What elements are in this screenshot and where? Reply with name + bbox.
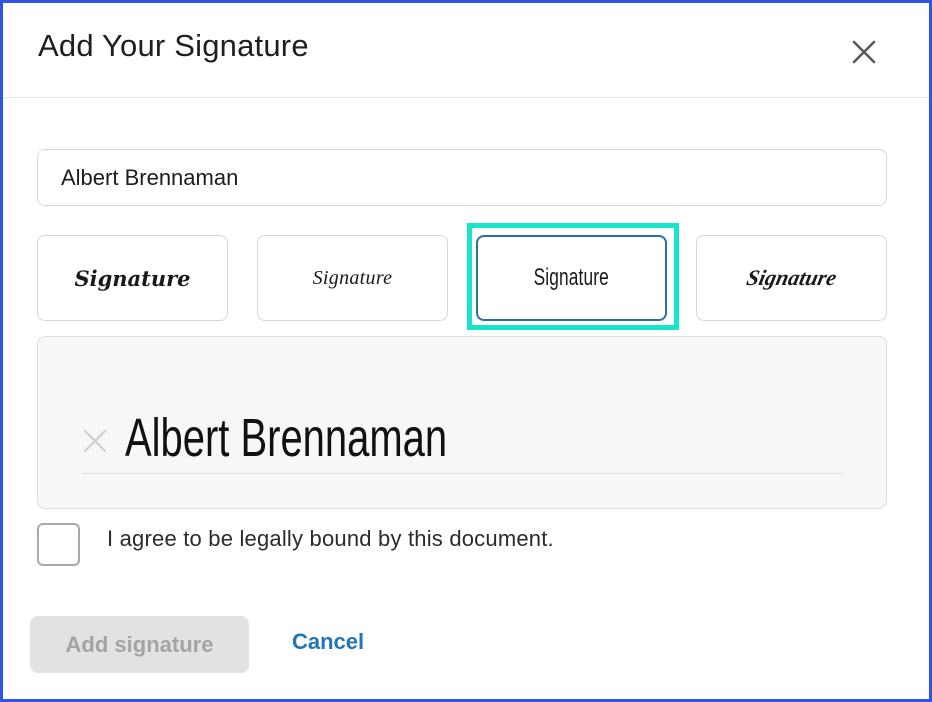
signature-style-option-4[interactable]: Signature [696, 235, 887, 321]
agree-checkbox[interactable] [37, 523, 80, 566]
cancel-button[interactable]: Cancel [292, 629, 364, 655]
signature-style-option-1[interactable]: Signature [37, 235, 228, 321]
signature-style-option-3[interactable]: Signature [476, 235, 667, 321]
agree-label: I agree to be legally bound by this docu… [107, 526, 554, 551]
clear-signature-button[interactable] [82, 428, 108, 454]
signature-preview-text: Albert Brennaman [125, 408, 448, 468]
dialog-header: Add Your Signature [3, 3, 929, 98]
signature-style-option-2[interactable]: Signature [257, 235, 448, 321]
signature-baseline [82, 473, 844, 474]
close-button[interactable] [849, 37, 879, 67]
signature-style-label: Signature [312, 266, 393, 289]
dialog-title: Add Your Signature [38, 28, 309, 63]
signature-style-label: Signature [744, 265, 839, 290]
name-input[interactable] [37, 149, 887, 206]
signature-style-label: Signature [533, 264, 610, 291]
signature-style-label: Signature [74, 265, 191, 291]
add-signature-button[interactable]: Add signature [30, 616, 249, 673]
signature-preview: Albert Brennaman [37, 336, 887, 509]
close-icon [83, 429, 107, 453]
close-icon [852, 40, 876, 64]
